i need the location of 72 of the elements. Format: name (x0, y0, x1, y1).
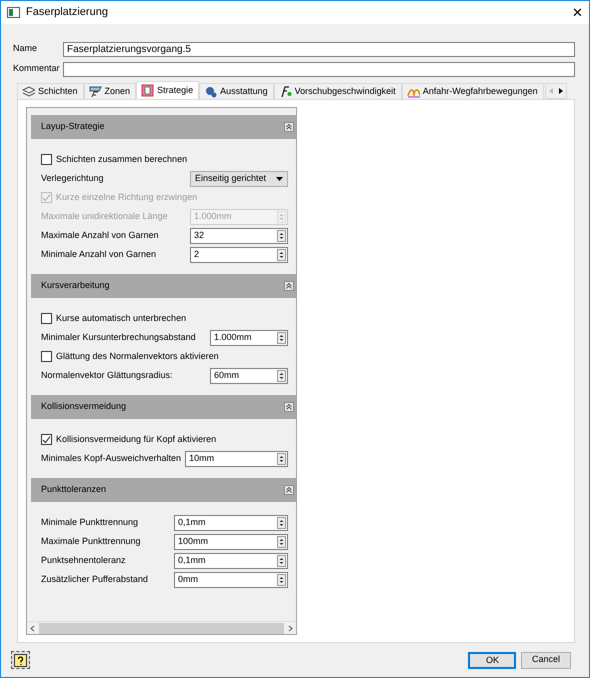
window-title: Faserplatzierung (26, 5, 109, 20)
spinner-arrows-icon[interactable] (277, 574, 286, 586)
checkbox[interactable] (41, 313, 52, 324)
field-label: Minimale Anzahl von Garnen (41, 248, 158, 261)
field-label: Kommentar (13, 62, 61, 76)
field-label: Punktsehnentoleranz (41, 554, 127, 567)
tab[interactable]: Anfahr-Wegfahrbewegungen (402, 83, 544, 99)
checkbox[interactable] (41, 154, 52, 165)
spinner-arrows-icon[interactable] (277, 248, 286, 260)
collapse-icon[interactable] (284, 281, 294, 291)
field-label: Minimaler Kursunterbrechungsabstand (41, 330, 197, 344)
checkbox-label: Schichten zusammen berechnen (56, 152, 188, 166)
spin-field[interactable]: 1.000mm (210, 330, 288, 346)
function-icon (278, 85, 292, 98)
tab[interactable]: Ausstattung (199, 83, 274, 99)
caret-icon (276, 176, 283, 180)
spin-field: 1.000mm (190, 208, 288, 224)
spinner-arrows-icon[interactable] (277, 452, 286, 464)
spin-field[interactable]: 0,1mm (174, 552, 288, 568)
app-icon (7, 7, 20, 18)
section-header[interactable]: Kursverarbeitung (31, 274, 296, 298)
text-field[interactable] (63, 62, 575, 76)
tab[interactable]: Vorschubgeschwindigkeit (274, 83, 402, 99)
close-button[interactable]: ✕ (572, 2, 583, 22)
field-label: Maximale unidirektionale Länge (41, 210, 169, 223)
field-label: Zusätzlicher Pufferabstand (41, 572, 149, 586)
spinner-arrows-icon[interactable] (277, 554, 286, 566)
dropdown[interactable]: Einseitig gerichtet (190, 170, 288, 186)
field-label: Maximale Punkttrennung (41, 534, 142, 548)
checkbox-label: Kollisionsvermeidung für Kopf aktivieren (56, 432, 218, 446)
formula-icon (88, 85, 102, 98)
field-label: Minimales Kopf-Ausweichverhalten (41, 452, 182, 465)
spinner-arrows-icon[interactable] (277, 516, 286, 528)
spinner-arrows-icon[interactable] (277, 370, 286, 382)
field-label: Verlegerichtung (41, 172, 105, 185)
tab[interactable]: Zonen (84, 83, 136, 99)
spin-field[interactable]: 0mm (174, 572, 288, 588)
checkbox-label: Kurze einzelne Richtung erzwingen (56, 190, 198, 204)
help-icon (14, 654, 27, 666)
section-header[interactable]: Kollisionsvermeidung (31, 395, 296, 419)
checkbox[interactable] (41, 434, 52, 445)
checkbox-label: Kurse automatisch unterbrechen (56, 312, 188, 325)
spinner-arrows-icon (277, 210, 286, 222)
section-header[interactable]: Punkttoleranzen (31, 478, 296, 502)
spinner-arrows-icon[interactable] (277, 332, 286, 344)
spin-field[interactable]: 0,1mm (174, 514, 288, 530)
tab[interactable]: Strategie (136, 81, 200, 99)
spin-field[interactable]: 32 (190, 228, 288, 244)
checkbox[interactable] (41, 351, 52, 362)
dialog-button[interactable]: OK (468, 652, 516, 668)
dialog-button[interactable]: Cancel (520, 652, 571, 668)
collapse-icon[interactable] (284, 485, 294, 495)
scrollbar-thumb[interactable] (39, 622, 284, 634)
spin-field[interactable]: 60mm (210, 368, 288, 384)
field-label: Normalenvektor Glättungsradius: (41, 368, 174, 382)
spin-field[interactable]: 10mm (185, 450, 288, 466)
spinner-arrows-icon[interactable] (277, 536, 286, 548)
spinner-arrows-icon[interactable] (277, 230, 286, 242)
help-button[interactable] (11, 651, 30, 669)
collapse-icon[interactable] (284, 122, 294, 132)
checkbox-label: Glättung des Normalenvektors aktivieren (56, 350, 220, 363)
strategy-icon (141, 84, 154, 97)
section-header[interactable]: Layup-Strategie (31, 115, 296, 139)
layers-icon (22, 85, 35, 98)
text-field[interactable]: Faserplatzierungsvorgang.5 (63, 42, 575, 56)
field-label: Name (13, 42, 38, 56)
spin-field[interactable]: 2 (190, 246, 288, 262)
field-label: Minimale Punkttrennung (41, 516, 140, 529)
field-label: Maximale Anzahl von Garnen (41, 228, 160, 242)
tab[interactable]: Schichten (17, 83, 84, 99)
collapse-icon[interactable] (284, 402, 294, 412)
spin-field[interactable]: 100mm (174, 534, 288, 550)
